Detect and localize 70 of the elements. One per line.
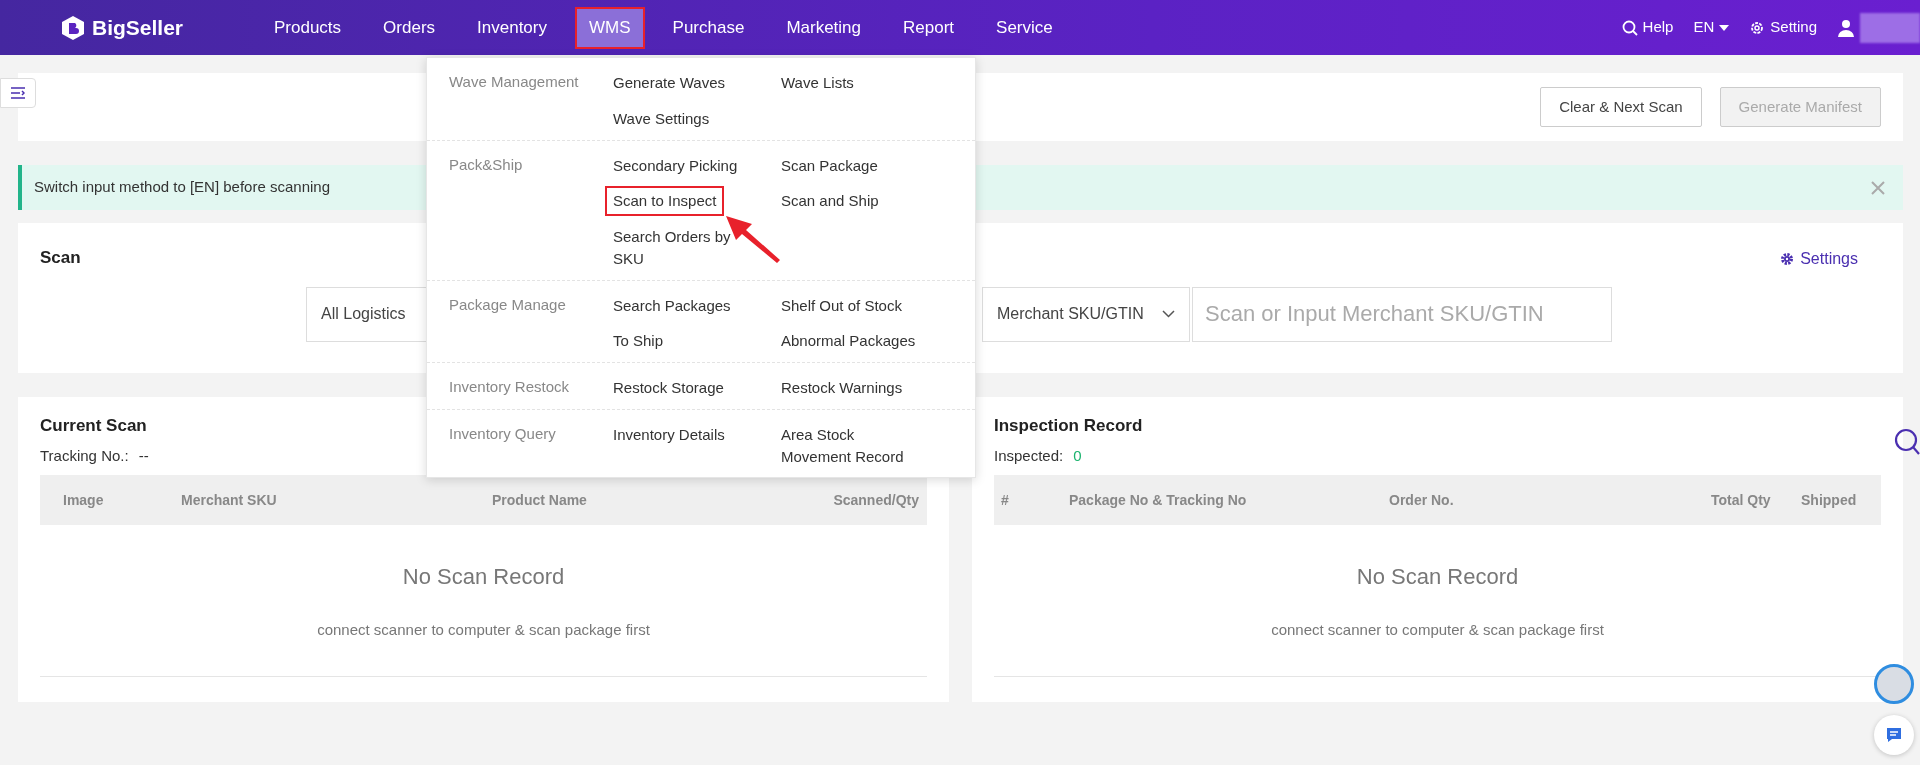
- column-header: Total Qty: [1711, 490, 1772, 510]
- empty-state-title: No Scan Record: [1356, 562, 1519, 591]
- info-label: Inspected:: [994, 446, 1064, 464]
- menu-item[interactable]: Inventory Details: [605, 419, 733, 472]
- column-header: Order No.: [1389, 490, 1455, 510]
- language-menu[interactable]: EN: [1693, 16, 1715, 39]
- user-icon[interactable]: [1837, 18, 1855, 37]
- menu-item[interactable]: Scan to Inspect: [605, 186, 725, 216]
- alert-text: Switch input method to [EN] before scanning: [34, 177, 330, 198]
- empty-state-hint: connect scanner to computer & scan package first: [317, 619, 650, 640]
- search-icon[interactable]: [1894, 428, 1920, 456]
- menu-item[interactable]: Area Stock Movement Record: [773, 419, 935, 472]
- logo-icon: [60, 14, 86, 41]
- column-header: Merchant SKU: [181, 490, 278, 510]
- nav-tab[interactable]: Marketing: [772, 6, 875, 49]
- nav-tab[interactable]: Service: [982, 6, 1067, 49]
- menu-item[interactable]: Restock Storage: [605, 373, 732, 403]
- search-type-select[interactable]: Merchant SKU/GTIN: [982, 286, 1190, 342]
- info-value: 0: [1073, 446, 1082, 464]
- menu-item[interactable]: Shelf Out of Stock: [773, 290, 910, 321]
- nav-tab[interactable]: Report: [889, 6, 969, 49]
- column-header: Product Name: [492, 490, 587, 510]
- menu-item[interactable]: Restock Warnings: [773, 373, 911, 403]
- menu-item[interactable]: Wave Lists: [773, 68, 862, 98]
- chevron-icon: [1162, 310, 1175, 318]
- menu-item[interactable]: Generate Waves: [605, 68, 733, 98]
- section-title: Current Scan: [40, 415, 147, 437]
- empty-state-title: No Scan Record: [402, 562, 565, 591]
- nav-tab[interactable]: Products: [260, 6, 356, 49]
- column-header: Scanned/Qty: [833, 490, 919, 510]
- menu-item[interactable]: Scan and Ship: [773, 186, 887, 216]
- toolbar-button[interactable]: Clear & Next Scan: [1540, 86, 1702, 128]
- redacted-name-block: [1860, 12, 1920, 43]
- section-title: Scan: [40, 247, 81, 269]
- column-header: Image: [63, 490, 105, 510]
- menu-item[interactable]: Abnormal Packages: [773, 326, 924, 356]
- column-header: Shipped: [1801, 490, 1858, 510]
- menu-item[interactable]: Scan Package: [773, 150, 886, 181]
- menu-group-label: Inventory Restock: [449, 377, 571, 397]
- sidebar-toggle-icon[interactable]: [0, 78, 36, 108]
- nav-link[interactable]: Help: [1642, 16, 1674, 39]
- nav-tab[interactable]: WMS: [575, 6, 645, 49]
- section-title: Inspection Record: [994, 415, 1143, 437]
- chat-icon: [1886, 727, 1902, 743]
- search-icon: [1621, 19, 1638, 36]
- nav-tab[interactable]: Purchase: [658, 6, 759, 49]
- info-value: --: [138, 446, 149, 464]
- chat-button[interactable]: [1874, 715, 1914, 755]
- logo-text: BigSeller: [92, 14, 184, 41]
- menu-item[interactable]: Wave Settings: [605, 103, 718, 134]
- settings-link[interactable]: Settings: [1800, 247, 1858, 271]
- menu-item[interactable]: Search Orders by SKU: [605, 222, 767, 274]
- column-header: Package No & Tracking No: [1069, 490, 1248, 510]
- menu-group-label: Wave Management: [449, 72, 580, 92]
- scan-input-field[interactable]: Scan or Input Merchant SKU/GTIN: [1192, 286, 1612, 342]
- nav-tab[interactable]: Orders: [369, 6, 450, 49]
- menu-item[interactable]: Secondary Picking: [605, 150, 746, 181]
- avatar-circle[interactable]: [1874, 664, 1914, 704]
- column-header: #: [1001, 490, 1010, 510]
- nav-tab[interactable]: Inventory: [463, 6, 561, 49]
- settings-icon: [1749, 19, 1766, 36]
- menu-item[interactable]: To Ship: [605, 326, 672, 356]
- gear-icon: [1780, 252, 1795, 266]
- menu-group-label: Inventory Query: [449, 423, 557, 444]
- menu-item[interactable]: Search Packages: [605, 290, 739, 321]
- menu-group-label: Pack&Ship: [449, 154, 524, 175]
- empty-state-hint: connect scanner to computer & scan package first: [1271, 619, 1604, 640]
- nav-link[interactable]: Setting: [1770, 16, 1817, 39]
- info-label: Tracking No.:: [40, 446, 129, 464]
- caret-icon: [1719, 24, 1730, 31]
